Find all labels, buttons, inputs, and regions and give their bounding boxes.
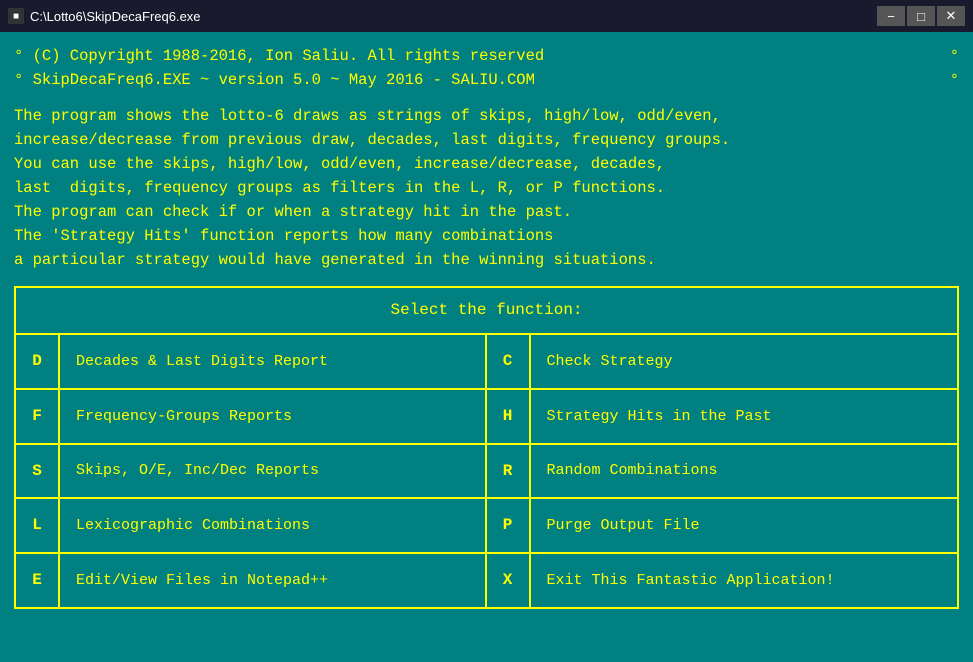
menu-item-h[interactable]: H Strategy Hits in the Past xyxy=(487,390,958,445)
desc-line-4: last digits, frequency groups as filters… xyxy=(14,176,959,200)
menu-label-f[interactable]: Frequency-Groups Reports xyxy=(60,390,485,443)
minimize-button[interactable]: − xyxy=(877,6,905,26)
menu-key-e: E xyxy=(16,554,60,607)
desc-line-7: The 'Strategy Hits' function reports how… xyxy=(14,224,959,248)
menu-key-p: P xyxy=(487,499,531,552)
menu-grid: D Decades & Last Digits Report C Check S… xyxy=(16,335,957,607)
menu-key-d: D xyxy=(16,335,60,388)
menu-label-e[interactable]: Edit/View Files in Notepad++ xyxy=(60,554,485,607)
maximize-button[interactable]: □ xyxy=(907,6,935,26)
close-button[interactable]: ✕ xyxy=(937,6,965,26)
menu-item-f[interactable]: F Frequency-Groups Reports xyxy=(16,390,487,445)
title-bar-left: ■ C:\Lotto6\SkipDecaFreq6.exe xyxy=(8,8,201,24)
menu-key-h: H xyxy=(487,390,531,443)
window-title: C:\Lotto6\SkipDecaFreq6.exe xyxy=(30,9,201,24)
menu-item-x[interactable]: X Exit This Fantastic Application! xyxy=(487,554,958,607)
menu-item-r[interactable]: R Random Combinations xyxy=(487,445,958,500)
title-bar: ■ C:\Lotto6\SkipDecaFreq6.exe − □ ✕ xyxy=(0,0,973,32)
app-icon: ■ xyxy=(8,8,24,24)
menu-item-p[interactable]: P Purge Output File xyxy=(487,499,958,554)
desc-line-8: a particular strategy would have generat… xyxy=(14,248,959,272)
desc-line-3: You can use the skips, high/low, odd/eve… xyxy=(14,152,959,176)
description-block: The program shows the lotto-6 draws as s… xyxy=(14,104,959,272)
header-dot-2: ° xyxy=(950,68,959,92)
menu-key-l: L xyxy=(16,499,60,552)
menu-item-d[interactable]: D Decades & Last Digits Report xyxy=(16,335,487,390)
menu-label-s[interactable]: Skips, O/E, Inc/Dec Reports xyxy=(60,445,485,498)
header-line-1: ° (C) Copyright 1988-2016, Ion Saliu. Al… xyxy=(14,44,959,68)
menu-key-c: C xyxy=(487,335,531,388)
main-content: ° (C) Copyright 1988-2016, Ion Saliu. Al… xyxy=(0,32,973,662)
menu-label-h[interactable]: Strategy Hits in the Past xyxy=(531,390,958,443)
main-window: ■ C:\Lotto6\SkipDecaFreq6.exe − □ ✕ ° (C… xyxy=(0,0,973,662)
menu-label-x[interactable]: Exit This Fantastic Application! xyxy=(531,554,958,607)
header-line-2: ° SkipDecaFreq6.EXE ~ version 5.0 ~ May … xyxy=(14,68,959,92)
menu-item-c[interactable]: C Check Strategy xyxy=(487,335,958,390)
menu-key-f: F xyxy=(16,390,60,443)
desc-line-1: The program shows the lotto-6 draws as s… xyxy=(14,104,959,128)
menu-key-r: R xyxy=(487,445,531,498)
menu-label-d[interactable]: Decades & Last Digits Report xyxy=(60,335,485,388)
header-lines: ° (C) Copyright 1988-2016, Ion Saliu. Al… xyxy=(14,44,959,92)
desc-line-6: The program can check if or when a strat… xyxy=(14,200,959,224)
header-text-1: ° (C) Copyright 1988-2016, Ion Saliu. Al… xyxy=(14,44,544,68)
menu-item-l[interactable]: L Lexicographic Combinations xyxy=(16,499,487,554)
menu-label-p[interactable]: Purge Output File xyxy=(531,499,958,552)
header-dot-1: ° xyxy=(950,44,959,68)
header-text-2: ° SkipDecaFreq6.EXE ~ version 5.0 ~ May … xyxy=(14,68,535,92)
menu-header: Select the function: xyxy=(16,288,957,335)
menu-label-l[interactable]: Lexicographic Combinations xyxy=(60,499,485,552)
menu-key-s: S xyxy=(16,445,60,498)
menu-label-c[interactable]: Check Strategy xyxy=(531,335,958,388)
menu-key-x: X xyxy=(487,554,531,607)
function-menu: Select the function: D Decades & Last Di… xyxy=(14,286,959,609)
title-bar-controls: − □ ✕ xyxy=(877,6,965,26)
menu-item-s[interactable]: S Skips, O/E, Inc/Dec Reports xyxy=(16,445,487,500)
desc-line-2: increase/decrease from previous draw, de… xyxy=(14,128,959,152)
menu-label-r[interactable]: Random Combinations xyxy=(531,445,958,498)
menu-item-e[interactable]: E Edit/View Files in Notepad++ xyxy=(16,554,487,607)
